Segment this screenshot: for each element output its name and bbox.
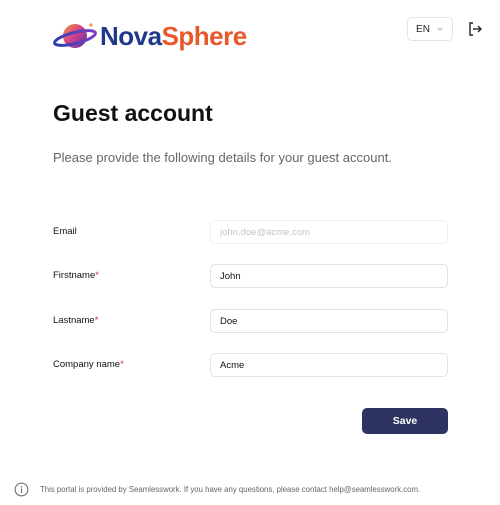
required-mark: * [94, 315, 99, 326]
email-label: Email [53, 226, 77, 237]
company-label: Company name* [53, 353, 124, 377]
firstname-row: Firstname* [53, 264, 448, 288]
logout-icon[interactable] [467, 21, 483, 37]
lastname-row: Lastname* [53, 309, 448, 333]
company-name-field[interactable] [210, 353, 448, 377]
save-button[interactable]: Save [362, 408, 448, 434]
footer-text: This portal is provided by Seamlesswork.… [40, 484, 421, 494]
required-mark: * [95, 270, 99, 281]
brand-logo: NovaSphere [53, 18, 247, 54]
lastname-label: Lastname* [53, 309, 98, 333]
page-title: Guest account [53, 100, 213, 126]
planet-icon [53, 23, 97, 48]
required-mark: * [120, 359, 124, 370]
page-subtitle: Please provide the following details for… [53, 150, 392, 165]
company-label-text: Company name [53, 359, 121, 370]
lastname-label-text: Lastname [53, 315, 95, 326]
language-label: EN [416, 23, 430, 35]
email-field[interactable] [210, 220, 448, 244]
email-row: Email [53, 220, 448, 244]
language-select[interactable]: EN [407, 17, 453, 41]
lastname-field[interactable] [210, 309, 448, 333]
info-icon [14, 482, 29, 496]
firstname-field[interactable] [210, 264, 448, 288]
firstname-label: Firstname* [53, 264, 99, 288]
chevron-down-icon [437, 27, 443, 31]
footer: This portal is provided by Seamlesswork.… [14, 481, 420, 497]
brand-name: NovaSphere [100, 21, 247, 52]
firstname-label-text: Firstname [53, 270, 96, 281]
guest-account-page: NovaSphere EN Guest account Please provi… [0, 0, 500, 505]
brand-name-part2: Sphere [161, 20, 248, 51]
company-row: Company name* [53, 353, 448, 377]
brand-name-part1: Nova [100, 20, 162, 51]
